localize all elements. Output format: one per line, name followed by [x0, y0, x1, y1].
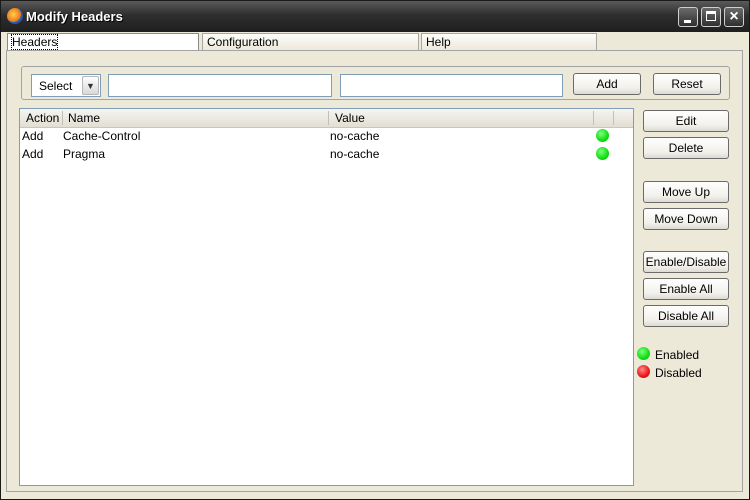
row-name: Cache-Control [63, 129, 141, 143]
row-action: Add [22, 147, 44, 161]
disabled-legend-icon [637, 365, 650, 378]
row-name: Pragma [63, 147, 106, 161]
column-separator[interactable] [613, 111, 614, 125]
delete-button[interactable]: Delete [643, 137, 729, 159]
close-icon: × [729, 8, 739, 25]
action-select[interactable]: Select ▼ [31, 74, 101, 97]
move-up-button[interactable]: Move Up [643, 181, 729, 203]
tab-headers[interactable]: Headers [7, 33, 199, 50]
table-row[interactable]: Add Pragma no-cache [20, 145, 633, 163]
column-header-action[interactable]: Action [26, 111, 59, 125]
table-header: Action Name Value [20, 109, 633, 128]
disabled-legend-label: Disabled [655, 366, 702, 380]
column-separator[interactable] [62, 111, 63, 125]
minimize-icon [684, 20, 691, 23]
row-value: no-cache [330, 147, 380, 161]
title-bar[interactable]: Modify Headers × [1, 1, 749, 32]
move-down-button[interactable]: Move Down [643, 208, 729, 230]
enabled-status-icon [596, 129, 609, 142]
enable-disable-button[interactable]: Enable/Disable [643, 251, 729, 273]
chevron-down-icon[interactable]: ▼ [82, 76, 99, 95]
column-header-value[interactable]: Value [335, 111, 365, 125]
modify-headers-window: Modify Headers × Headers Configuration H… [0, 0, 750, 500]
enabled-status-icon [596, 147, 609, 160]
column-separator[interactable] [328, 111, 329, 125]
maximize-icon [706, 11, 716, 21]
window-title: Modify Headers [26, 9, 123, 24]
add-button[interactable]: Add [573, 73, 641, 95]
close-button[interactable]: × [724, 7, 744, 27]
row-value: no-cache [330, 129, 380, 143]
enabled-legend-label: Enabled [655, 348, 700, 362]
row-action: Add [22, 129, 44, 143]
firefox-icon [7, 8, 23, 24]
tab-configuration-label: Configuration [207, 35, 279, 49]
disable-all-button[interactable]: Disable All [643, 305, 729, 327]
column-separator[interactable] [593, 111, 594, 125]
tab-headers-label: Headers [10, 34, 59, 50]
enabled-legend-icon [637, 347, 650, 360]
header-value-input[interactable] [340, 74, 563, 97]
tab-help-label: Help [426, 35, 451, 49]
maximize-button[interactable] [701, 7, 721, 27]
table-row[interactable]: Add Cache-Control no-cache [20, 127, 633, 145]
reset-button[interactable]: Reset [653, 73, 721, 95]
headers-table[interactable]: Action Name Value Add Cache-Control no-c… [19, 108, 634, 486]
minimize-button[interactable] [678, 7, 698, 27]
column-header-name[interactable]: Name [68, 111, 100, 125]
headers-panel: Select ▼ Add Reset Action Name Value Add [6, 50, 743, 492]
header-name-input[interactable] [108, 74, 332, 97]
tab-help[interactable]: Help [421, 33, 597, 50]
header-input-bar: Select ▼ Add Reset [21, 66, 730, 100]
tab-configuration[interactable]: Configuration [202, 33, 419, 50]
enable-all-button[interactable]: Enable All [643, 278, 729, 300]
action-select-value: Select [39, 79, 73, 93]
edit-button[interactable]: Edit [643, 110, 729, 132]
